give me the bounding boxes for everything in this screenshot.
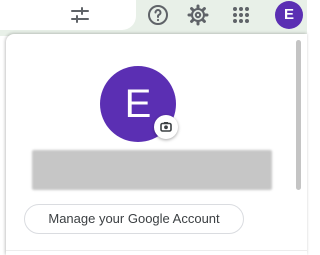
search-bar[interactable] xyxy=(0,0,136,30)
account-name-redacted xyxy=(32,150,272,190)
camera-icon xyxy=(154,115,178,139)
divider xyxy=(6,250,307,251)
scrollbar[interactable] xyxy=(296,40,301,190)
account-avatar-button[interactable]: E xyxy=(275,1,303,29)
settings-sliders-icon[interactable] xyxy=(68,3,92,27)
top-app-bar: E xyxy=(0,0,307,36)
manage-account-button[interactable]: Manage your Google Account xyxy=(24,204,244,234)
gear-icon[interactable] xyxy=(186,3,210,27)
help-icon[interactable] xyxy=(146,3,170,27)
change-photo-button[interactable] xyxy=(154,115,178,139)
apps-grid-icon[interactable] xyxy=(229,3,253,27)
